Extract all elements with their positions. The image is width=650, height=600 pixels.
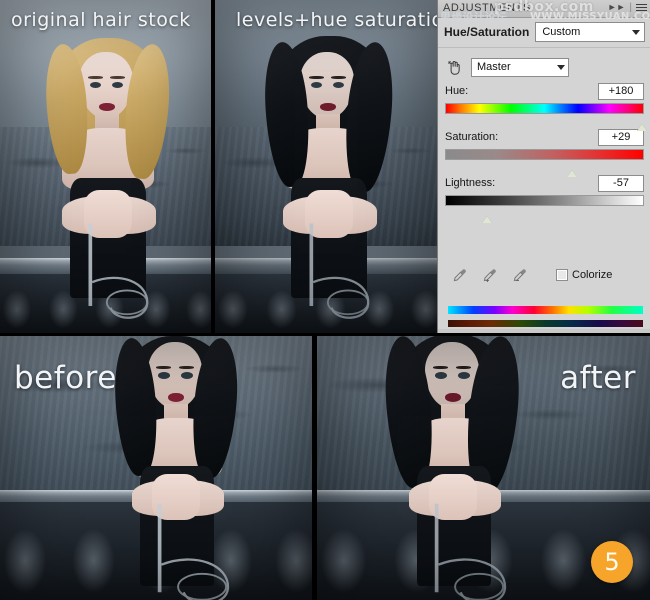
eye-left <box>158 372 170 379</box>
channel-value: Master <box>477 61 511 73</box>
model-figure <box>92 336 262 600</box>
chevron-down-icon <box>632 29 640 35</box>
slider-saturation-track[interactable] <box>445 149 644 160</box>
model-figure <box>0 0 211 333</box>
slider-hue-row: Hue: +180 <box>445 82 644 100</box>
sword-prop <box>309 223 370 319</box>
lips <box>99 103 115 111</box>
eyedropper-plus-icon[interactable] <box>482 268 497 283</box>
eye-right <box>112 82 123 88</box>
preset-value: Custom <box>542 26 581 38</box>
slider-saturation-row: Saturation: +29 <box>445 128 644 146</box>
slider-hue-thumb[interactable] <box>637 124 647 131</box>
eye-right <box>333 82 344 88</box>
model-figure <box>221 0 432 333</box>
preset-dropdown[interactable]: Custom <box>535 22 645 42</box>
panel-tab-bar[interactable]: ADJUSTMENTS ►► | psdbox.com <box>438 0 650 18</box>
eyebrow-right <box>331 76 346 79</box>
slider-saturation-thumb[interactable] <box>567 170 578 177</box>
eyedropper-tools-row: Colorize <box>438 263 650 287</box>
slider-hue-thumb-rail <box>445 114 647 131</box>
slider-hue[interactable]: Hue: +180 <box>438 80 650 131</box>
double-chevron-right-icon[interactable]: ►► <box>608 3 626 12</box>
panel-menu-icon[interactable] <box>636 2 647 13</box>
channel-row: Master <box>438 51 650 80</box>
eyedropper-icon[interactable] <box>452 268 467 283</box>
caption-original-hair-stock: original hair stock <box>11 9 191 31</box>
sword-prop <box>157 503 230 600</box>
slider-hue-label: Hue: <box>445 85 469 97</box>
panel-title: Hue/Saturation <box>444 25 530 39</box>
step-number: 5 <box>604 548 620 576</box>
slider-lightness-thumb[interactable] <box>481 216 492 223</box>
colorize-control[interactable]: Colorize <box>556 269 612 281</box>
eyebrow-left <box>88 76 103 79</box>
colorize-label: Colorize <box>572 269 613 281</box>
slider-saturation[interactable]: Saturation: +29 <box>438 126 650 177</box>
lips <box>445 393 461 402</box>
slider-hue-track[interactable] <box>445 103 644 114</box>
photo-original-hair-stock: original hair stock <box>0 0 211 333</box>
eyebrow-left <box>156 366 171 369</box>
caption-levels-hue-saturation: levels+hue saturation <box>236 9 437 31</box>
eye-right <box>181 372 193 379</box>
tab-adjustments[interactable]: ADJUSTMENTS <box>443 2 531 14</box>
slider-saturation-value[interactable]: +29 <box>598 128 644 146</box>
screenshot-root: original hair stock levels+hue saturatio… <box>0 0 650 600</box>
channel-dropdown[interactable]: Master <box>471 57 569 77</box>
lips <box>320 103 336 111</box>
eyedropper-minus-icon[interactable] <box>512 268 527 283</box>
panel-tab-controls[interactable]: ►► | <box>608 2 647 13</box>
slider-lightness[interactable]: Lightness: -57 <box>438 172 650 223</box>
sword-prop <box>88 223 149 319</box>
hue-spectrum-bar-bottom <box>448 320 643 327</box>
eyebrow-right <box>456 366 471 369</box>
photo-after: after 5 <box>317 336 650 600</box>
model-figure <box>369 336 539 600</box>
caption-after: after <box>560 360 636 396</box>
step-number-badge: 5 <box>591 541 633 583</box>
slider-lightness-value[interactable]: -57 <box>598 174 644 192</box>
eye-left <box>90 82 101 88</box>
colorize-checkbox[interactable] <box>556 269 568 281</box>
chevron-down-icon <box>557 64 565 70</box>
eye-left <box>435 372 447 379</box>
eyebrow-left <box>433 366 448 369</box>
slider-hue-value[interactable]: +180 <box>598 82 644 100</box>
divider-pipe: | <box>629 1 632 13</box>
on-image-adjust-hand-icon[interactable] <box>446 59 463 76</box>
slider-saturation-thumb-rail <box>445 160 644 177</box>
sword-prop <box>434 503 507 600</box>
slider-saturation-label: Saturation: <box>445 131 499 143</box>
separator <box>438 47 650 48</box>
hue-saturation-header: Hue/Saturation Custom <box>438 18 650 46</box>
slider-lightness-track[interactable] <box>445 195 644 206</box>
caption-before: before <box>14 360 117 396</box>
eyebrow-right <box>179 366 194 369</box>
eyebrow-right <box>110 76 125 79</box>
adjustments-panel[interactable]: ADJUSTMENTS ►► | psdbox.com Hue/Saturati… <box>437 0 650 333</box>
photo-levels-hue-saturation: levels+hue saturation <box>215 0 437 333</box>
eye-right <box>458 372 470 379</box>
slider-lightness-row: Lightness: -57 <box>445 174 644 192</box>
eye-left <box>311 82 322 88</box>
slider-lightness-thumb-rail <box>445 206 644 223</box>
slider-lightness-label: Lightness: <box>445 177 496 189</box>
hue-spectrum-bar-top <box>448 306 643 314</box>
photo-before: before <box>0 336 312 600</box>
eyebrow-left <box>309 76 324 79</box>
lips <box>168 393 184 402</box>
